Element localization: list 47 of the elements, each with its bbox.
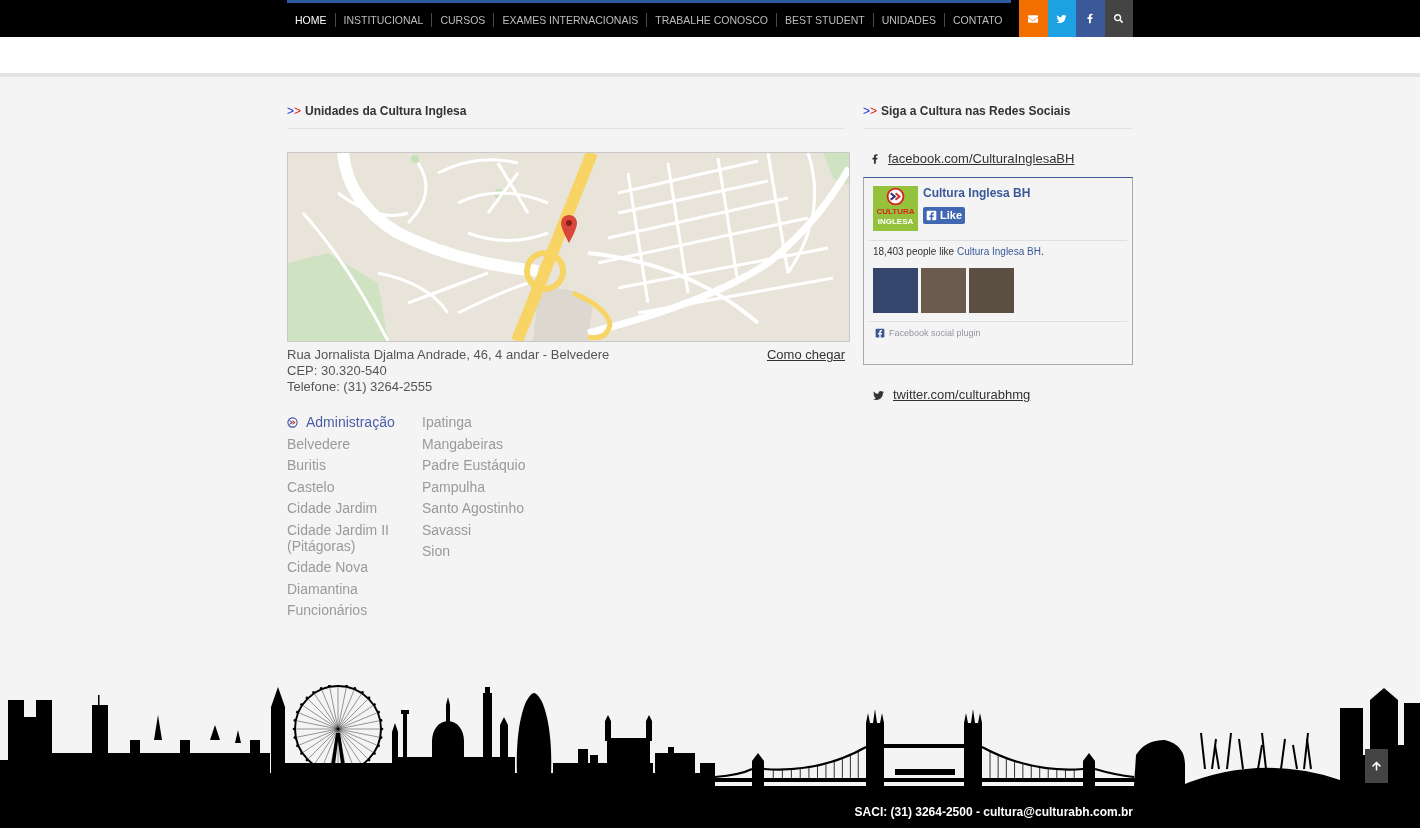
mail-button[interactable] (1019, 0, 1048, 37)
section-title: Unidades da Cultura Inglesa (305, 103, 467, 120)
photo-placeholder (969, 268, 1014, 313)
map-pin-icon (561, 215, 577, 243)
arrow-up-icon (1372, 761, 1381, 771)
logo-text: INGLESA (877, 217, 914, 227)
nav-tab[interactable]: TRABALHE CONOSCO (647, 3, 776, 37)
twitter-link[interactable]: twitter.com/culturabhmg (893, 387, 1031, 403)
nav-tab[interactable]: BEST STUDENT (776, 3, 873, 37)
scroll-top-button[interactable] (1365, 749, 1388, 783)
nav-tab[interactable]: CURSOS (432, 3, 494, 37)
nav-tab[interactable]: EXAMES INTERNACIONAIS (494, 3, 647, 37)
plugin-label: Facebook social plugin (889, 327, 981, 339)
mail-icon (1028, 13, 1039, 24)
facebook-button[interactable] (1076, 0, 1105, 37)
photo-placeholder (873, 268, 918, 313)
likes-text: 18,403 people like Cultura Inglesa BH. (872, 245, 1044, 259)
contact-text: SACI: (31) 3264-2500 - cultura@culturabh.com.br (854, 803, 1133, 820)
facebook-icon (1087, 13, 1094, 24)
heading-marker: >> (863, 103, 878, 120)
directions-link[interactable]: Como chegar (766, 347, 845, 363)
nav-tab[interactable]: UNIDADES (873, 3, 944, 37)
twitter-button[interactable] (1047, 0, 1076, 37)
bird-icon (872, 389, 885, 401)
page-link[interactable]: Cultura Inglesa BH (956, 246, 1041, 257)
nav-tab[interactable]: HOME (287, 3, 335, 37)
address-text: Rua Jornalista Djalma Andrade, 46, 4 andar - Belvedere (287, 347, 610, 363)
unit-link[interactable]: Administração (287, 414, 395, 430)
section-title: Siga a Cultura nas Redes Sociais (881, 103, 1071, 120)
search-icon (1114, 14, 1124, 23)
bird-icon (1056, 13, 1068, 24)
photo-placeholder (921, 268, 966, 313)
postal-code-text: CEP: 30.320-540 (287, 363, 387, 379)
logo-text: CULTURA (876, 207, 915, 217)
like-button[interactable]: Like (923, 207, 965, 224)
nav-tab[interactable]: INSTITUCIONAL (335, 3, 432, 37)
nav-tab[interactable]: CONTATO (944, 3, 1011, 37)
page-name[interactable]: Cultura Inglesa BH (923, 186, 1031, 201)
search-button[interactable] (1104, 0, 1133, 37)
facebook-icon (875, 328, 885, 338)
phone-text: Telefone: (31) 3264-2555 (287, 379, 433, 395)
facebook-icon (926, 210, 937, 221)
facebook-link[interactable]: facebook.com/CulturaInglesaBH (888, 151, 1075, 167)
facebook-icon (872, 153, 878, 165)
heading-marker: >> (287, 103, 302, 120)
arrows-circle-icon (287, 416, 298, 428)
arrows-circle-icon (886, 187, 905, 206)
